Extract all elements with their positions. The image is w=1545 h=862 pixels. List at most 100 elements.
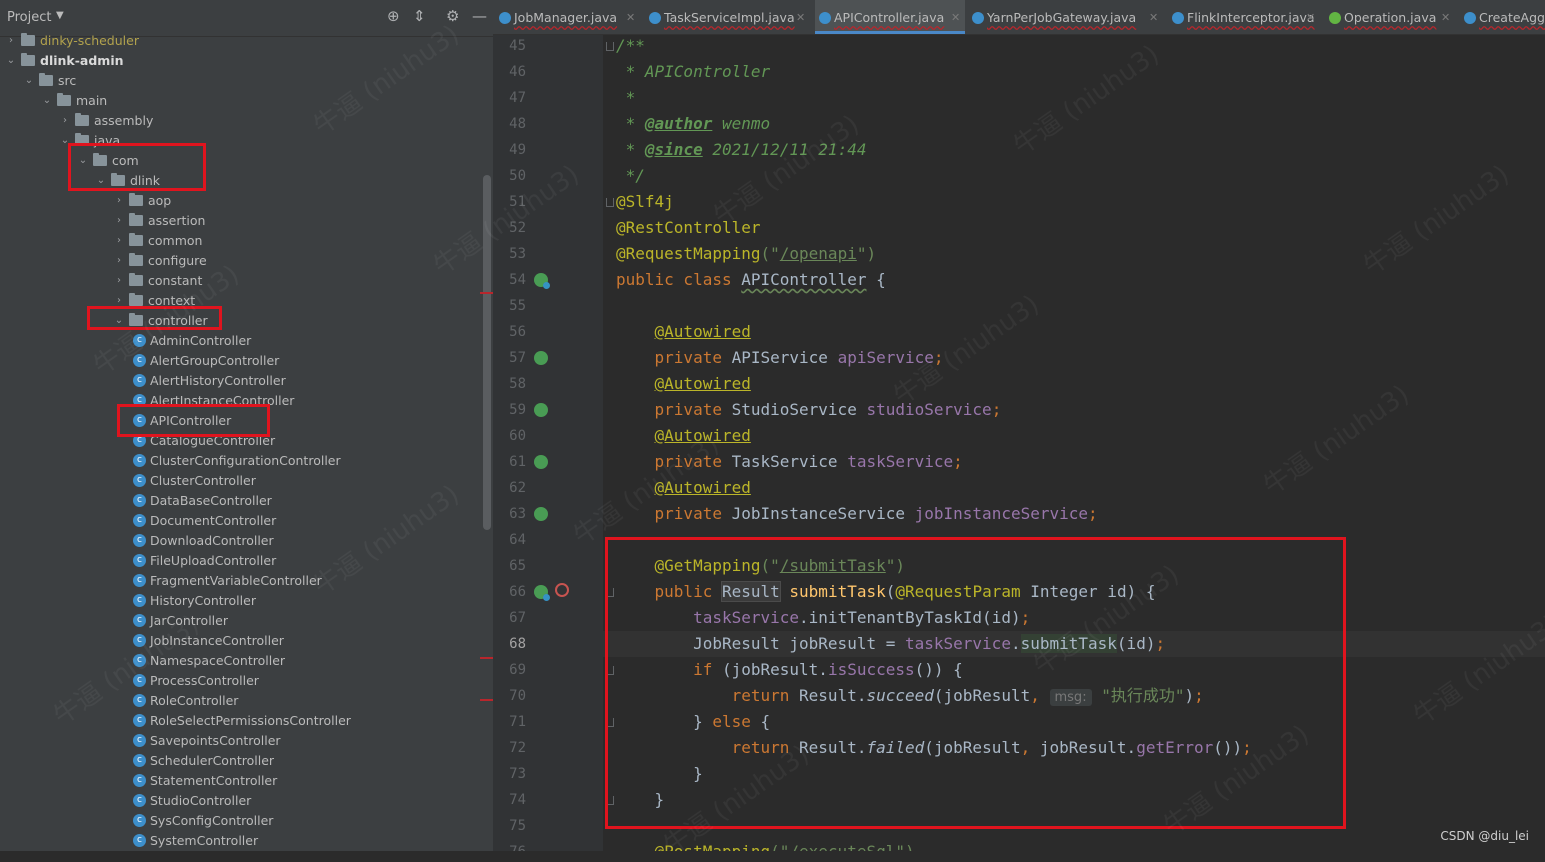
minimize-icon[interactable]: — xyxy=(472,7,487,25)
tree-item-folder[interactable]: › dinky-scheduler xyxy=(0,31,480,51)
tree-item-class[interactable]: c JobInstanceController xyxy=(0,631,480,651)
tree-item-class[interactable]: c JarController xyxy=(0,611,480,631)
line-number[interactable]: 56 xyxy=(493,319,526,345)
tree-item-class[interactable]: c SystemController xyxy=(0,831,480,851)
line-number[interactable]: 59 xyxy=(493,397,526,423)
tree-item-class[interactable]: c RoleSelectPermissionsController xyxy=(0,711,480,731)
editor-tab[interactable]: APIController.java ✕ xyxy=(815,0,965,34)
code-line[interactable]: * APIController xyxy=(616,59,771,85)
chevron-right-icon[interactable]: › xyxy=(5,31,17,51)
line-number[interactable]: 69 xyxy=(493,657,526,683)
tree-item-folder[interactable]: › common xyxy=(0,231,480,251)
line-number[interactable]: 48 xyxy=(493,111,526,137)
tree-item-class[interactable]: c RoleController xyxy=(0,691,480,711)
chevron-down-icon[interactable]: ⌄ xyxy=(5,51,17,71)
chevron-right-icon[interactable]: › xyxy=(113,251,125,271)
line-number[interactable]: 70 xyxy=(493,683,526,709)
spring-bean-icon[interactable] xyxy=(534,273,550,289)
editor-tab[interactable]: TaskServiceImpl.java ✕ xyxy=(645,0,810,34)
tree-item-folder[interactable]: › aop xyxy=(0,191,480,211)
code-line[interactable]: @Slf4j xyxy=(616,189,674,215)
line-number[interactable]: 55 xyxy=(493,293,526,319)
tree-item-folder[interactable]: › assembly xyxy=(0,111,480,131)
line-number[interactable]: 76 xyxy=(493,839,526,851)
tree-item-class[interactable]: c SysConfigController xyxy=(0,811,480,831)
line-number[interactable]: 49 xyxy=(493,137,526,163)
project-scrollbar[interactable] xyxy=(483,175,491,530)
tree-item-class[interactable]: c ProcessController xyxy=(0,671,480,691)
editor-tab[interactable]: FlinkInterceptor.java ✕ xyxy=(1168,0,1320,34)
line-number[interactable]: 63 xyxy=(493,501,526,527)
tree-item-class[interactable]: c DataBaseController xyxy=(0,491,480,511)
chevron-down-icon[interactable]: ⌄ xyxy=(23,71,35,91)
tree-item-folder[interactable]: ⌄ src xyxy=(0,71,480,91)
line-number[interactable]: 47 xyxy=(493,85,526,111)
target-icon[interactable]: ⊕ xyxy=(387,7,400,25)
tree-item-folder[interactable]: › context xyxy=(0,291,480,311)
bean-icon[interactable] xyxy=(534,507,548,521)
line-number[interactable]: 71 xyxy=(493,709,526,735)
line-number[interactable]: 57 xyxy=(493,345,526,371)
tree-item-class[interactable]: c AlertHistoryController xyxy=(0,371,480,391)
line-number[interactable]: 72 xyxy=(493,735,526,761)
bean-icon[interactable] xyxy=(534,455,548,469)
tree-item-folder[interactable]: ⌄ controller xyxy=(0,311,480,331)
tree-item-folder[interactable]: › constant xyxy=(0,271,480,291)
line-number[interactable]: 73 xyxy=(493,761,526,787)
line-number[interactable]: 64 xyxy=(493,527,526,553)
line-number[interactable]: 75 xyxy=(493,813,526,839)
line-number[interactable]: 67 xyxy=(493,605,526,631)
tree-item-class[interactable]: c FragmentVariableController xyxy=(0,571,480,591)
tree-item-folder[interactable]: › configure xyxy=(0,251,480,271)
tree-item-class[interactable]: c NamespaceController xyxy=(0,651,480,671)
line-number[interactable]: 74 xyxy=(493,787,526,813)
web-endpoint-icon[interactable] xyxy=(555,583,569,597)
tree-item-class[interactable]: c StatementController xyxy=(0,771,480,791)
editor-tab[interactable]: JobManager.java ✕ xyxy=(495,0,640,34)
tree-item-class[interactable]: c StudioController xyxy=(0,791,480,811)
tree-item-class[interactable]: c HistoryController xyxy=(0,591,480,611)
line-number[interactable]: 52 xyxy=(493,215,526,241)
editor-tab[interactable]: YarnPerJobGateway.java ✕ xyxy=(968,0,1163,34)
line-number[interactable]: 51 xyxy=(493,189,526,215)
line-number[interactable]: 45 xyxy=(493,35,526,59)
code-line[interactable]: @Autowired xyxy=(616,371,751,397)
close-icon[interactable]: ✕ xyxy=(626,0,635,34)
code-line[interactable]: private StudioService studioService; xyxy=(616,397,1002,423)
code-line[interactable]: private JobInstanceService jobInstanceSe… xyxy=(616,501,1098,527)
collapse-icon[interactable]: ⇕ xyxy=(413,7,426,25)
tree-item-class[interactable]: c FileUploadController xyxy=(0,551,480,571)
code-line[interactable]: public class APIController { xyxy=(616,267,886,293)
chevron-right-icon[interactable]: › xyxy=(59,111,71,131)
editor-tab[interactable]: Operation.java ✕ xyxy=(1325,0,1455,34)
spring-bean-icon[interactable] xyxy=(534,585,550,601)
project-view-selector[interactable]: Project xyxy=(7,10,51,25)
tree-item-class[interactable]: c AdminController xyxy=(0,331,480,351)
bean-icon[interactable] xyxy=(534,403,548,417)
line-number[interactable]: 61 xyxy=(493,449,526,475)
chevron-down-icon[interactable]: ⌄ xyxy=(41,91,53,111)
line-number[interactable]: 60 xyxy=(493,423,526,449)
tree-item-class[interactable]: c SavepointsController xyxy=(0,731,480,751)
code-line[interactable]: private APIService apiService; xyxy=(616,345,944,371)
close-icon[interactable]: ✕ xyxy=(1441,0,1450,34)
line-number[interactable]: 53 xyxy=(493,241,526,267)
chevron-right-icon[interactable]: › xyxy=(113,211,125,231)
code-line[interactable]: @Autowired xyxy=(616,319,751,345)
chevron-right-icon[interactable]: › xyxy=(113,191,125,211)
close-icon[interactable]: ✕ xyxy=(951,0,960,34)
line-number[interactable]: 46 xyxy=(493,59,526,85)
tree-item-folder[interactable]: ⌄ main xyxy=(0,91,480,111)
tree-item-class[interactable]: c DownloadController xyxy=(0,531,480,551)
fold-icon[interactable] xyxy=(606,198,614,207)
fold-icon[interactable] xyxy=(606,42,614,51)
chevron-down-icon[interactable]: ▼ xyxy=(56,10,64,21)
code-line[interactable]: @Autowired xyxy=(616,475,751,501)
code-line[interactable]: private TaskService taskService; xyxy=(616,449,963,475)
line-number[interactable]: 65 xyxy=(493,553,526,579)
code-editor[interactable]: 45 46 47 48 49 50 51 52 53 54 55 56 57 58 59 60 61 62 63 64… xyxy=(493,35,1545,851)
chevron-right-icon[interactable]: › xyxy=(113,271,125,291)
code-line[interactable]: @PostMapping("/executeSql") xyxy=(616,839,915,851)
close-icon[interactable]: ✕ xyxy=(796,0,805,34)
gear-icon[interactable]: ⚙ xyxy=(446,7,459,25)
